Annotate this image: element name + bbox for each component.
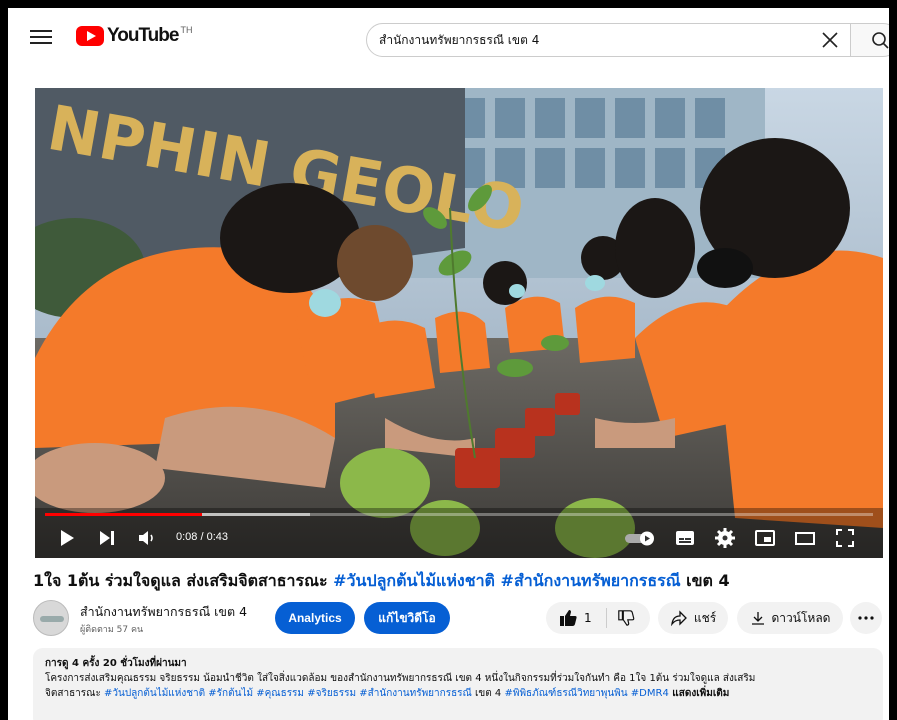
played-bar (45, 513, 203, 516)
player-controls: 0:08 / 0:43 (35, 518, 883, 558)
logo-wordmark: YouTube (107, 25, 179, 46)
hashtag-links[interactable]: #วันปลูกต้นไม้แห่งชาติ #รักต้นไม้ #คุณธร… (104, 688, 472, 699)
divider (605, 608, 607, 628)
next-icon[interactable] (95, 526, 119, 550)
description-line-1: โครงการส่งเสริมคุณธรรม จริยธรรม น้อมนำชี… (45, 673, 756, 684)
theater-mode-icon[interactable] (793, 526, 817, 550)
video-frame-image: NPHIN GEOLO (35, 88, 883, 558)
title-hashtag-link[interactable]: #วันปลูกต้นไม้แห่งชาติ (333, 571, 495, 590)
video-player[interactable]: NPHIN GEOLO 0:08 / 0:43 (35, 88, 883, 558)
like-count: 1 (584, 611, 592, 625)
title-suffix: เขต 4 (680, 571, 730, 590)
channel-name[interactable]: สำนักงานทรัพยากรธรณี เขต 4 (80, 602, 247, 622)
autoplay-toggle-icon[interactable] (623, 526, 659, 550)
search-input[interactable] (379, 33, 799, 47)
more-horizontal-icon (858, 616, 874, 620)
search-icon (872, 32, 889, 49)
title-text: 1ใจ 1ต้น ร่วมใจดูแล ส่งเสริมจิตสาธารณะ (33, 571, 334, 590)
dislike-icon[interactable] (617, 609, 635, 627)
menu-icon[interactable] (30, 26, 52, 48)
play-icon[interactable] (55, 526, 79, 550)
description-text: จิตสาธารณะ (45, 688, 104, 699)
download-label: ดาวน์โหลด (771, 610, 831, 625)
edit-video-button[interactable]: แก้ไขวิดีโอ (364, 602, 450, 634)
youtube-logo[interactable]: YouTube TH (76, 25, 192, 47)
settings-gear-icon[interactable] (713, 526, 737, 550)
country-code: TH (180, 25, 193, 35)
description-text: เขต 4 (471, 688, 505, 699)
show-more-link[interactable]: แสดงเพิ่มเติม (669, 688, 729, 699)
browser-viewport: YouTube TH สำนักงานทรัพยากรธรณี เขต 4 NP… (8, 8, 889, 720)
description-line-2: จิตสาธารณะ #วันปลูกต้นไม้แห่งชาติ #รักต้… (45, 686, 871, 701)
share-icon (670, 610, 687, 626)
search-box (366, 23, 851, 57)
video-title: 1ใจ 1ต้น ร่วมใจดูแล ส่งเสริมจิตสาธารณะ #… (33, 569, 730, 594)
view-count-and-date: การดู 4 ครั้ง 20 ชั่วโมงที่ผ่านมา (45, 658, 187, 669)
fullscreen-icon[interactable] (833, 526, 857, 550)
progress-bar[interactable] (45, 513, 873, 516)
download-button[interactable]: ดาวน์โหลด (737, 602, 843, 634)
clear-search-icon[interactable] (820, 30, 840, 50)
analytics-button[interactable]: Analytics (275, 602, 355, 634)
more-actions-button[interactable] (850, 602, 882, 634)
like-dislike-group: 1 (546, 602, 650, 634)
volume-icon[interactable] (135, 526, 159, 550)
masthead: YouTube TH (8, 8, 889, 66)
title-hashtag-link[interactable]: #สำนักงานทรัพยากรธรณี (501, 571, 681, 590)
description-box[interactable]: การดู 4 ครั้ง 20 ชั่วโมงที่ผ่านมา โครงกา… (33, 648, 883, 720)
subtitles-icon[interactable] (673, 526, 697, 550)
time-display: 0:08 / 0:43 (176, 531, 228, 543)
hashtag-links[interactable]: #พิพิธภัณฑ์ธรณีวิทยาพุนพิน #DMR4 (504, 688, 668, 699)
miniplayer-icon[interactable] (753, 526, 777, 550)
search-button[interactable] (850, 23, 889, 57)
youtube-play-icon (76, 26, 104, 46)
share-label: แชร์ (693, 610, 717, 625)
channel-avatar[interactable] (33, 600, 69, 636)
like-icon[interactable] (558, 609, 578, 627)
share-button[interactable]: แชร์ (658, 602, 728, 634)
subscriber-count: ผู้ติดตาม 57 คน (80, 625, 144, 635)
download-icon (751, 612, 764, 625)
